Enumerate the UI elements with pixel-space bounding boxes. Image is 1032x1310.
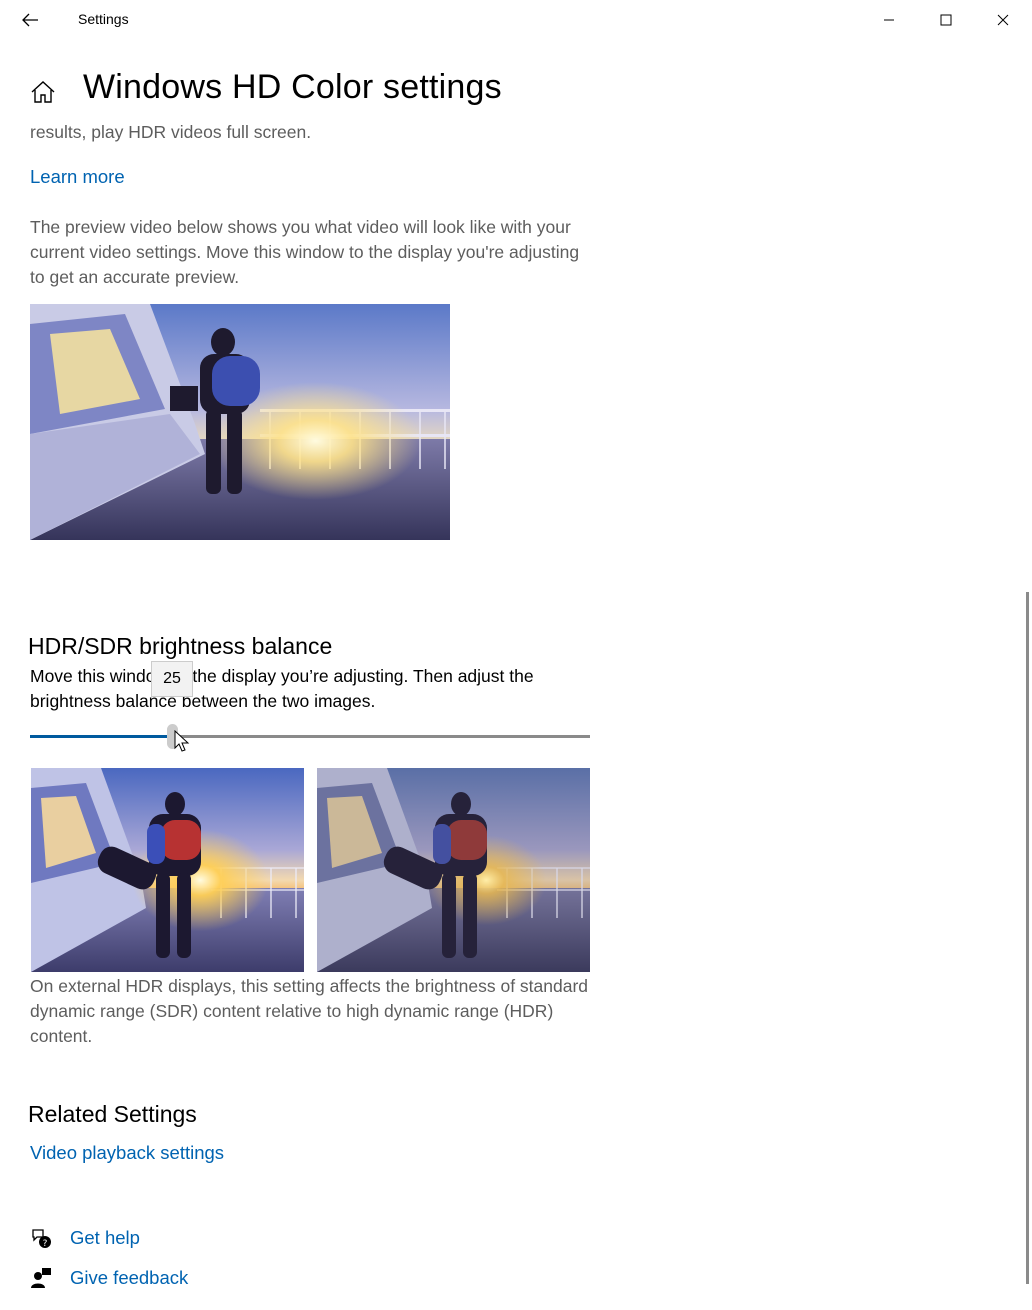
learn-more-link[interactable]: Learn more xyxy=(30,166,125,188)
back-arrow-icon xyxy=(22,13,38,27)
app-title: Settings xyxy=(78,11,129,27)
sdr-sample-image xyxy=(317,768,590,972)
hdr-sample-image xyxy=(31,768,304,972)
back-button[interactable] xyxy=(12,4,48,36)
svg-text:?: ? xyxy=(43,1239,48,1249)
title-bar: Settings xyxy=(0,0,1032,40)
home-icon xyxy=(31,81,55,103)
mouse-cursor-icon xyxy=(174,730,190,752)
related-settings-heading: Related Settings xyxy=(28,1101,197,1127)
slider-track-filled[interactable] xyxy=(30,735,173,738)
slider-track[interactable] xyxy=(173,735,590,738)
close-button[interactable] xyxy=(980,0,1026,40)
page-title: Windows HD Color settings xyxy=(83,68,502,106)
maximize-button[interactable] xyxy=(923,0,969,40)
slider-value-tooltip: 25 xyxy=(151,661,193,697)
brightness-instruction: Move this window to the display you’re a… xyxy=(30,666,534,711)
give-feedback-link[interactable]: Give feedback xyxy=(70,1267,188,1289)
vertical-scrollbar[interactable] xyxy=(1026,592,1029,1284)
maximize-icon xyxy=(940,14,952,26)
get-help-link[interactable]: Get help xyxy=(70,1227,140,1249)
feedback-person-icon xyxy=(30,1267,52,1289)
home-button[interactable] xyxy=(30,79,56,105)
brightness-footnote: On external HDR displays, this setting a… xyxy=(30,976,589,1046)
brightness-balance-heading: HDR/SDR brightness balance xyxy=(28,633,333,659)
hdr-preview-video xyxy=(30,304,450,540)
help-chat-icon: ? xyxy=(30,1227,52,1249)
minimize-icon xyxy=(884,19,894,21)
close-icon xyxy=(997,14,1009,26)
preview-description: The preview video below shows you what v… xyxy=(30,217,580,287)
minimize-button[interactable] xyxy=(866,0,912,40)
intro-text: results, play HDR videos full screen. xyxy=(30,122,312,142)
video-playback-settings-link[interactable]: Video playback settings xyxy=(30,1142,224,1164)
